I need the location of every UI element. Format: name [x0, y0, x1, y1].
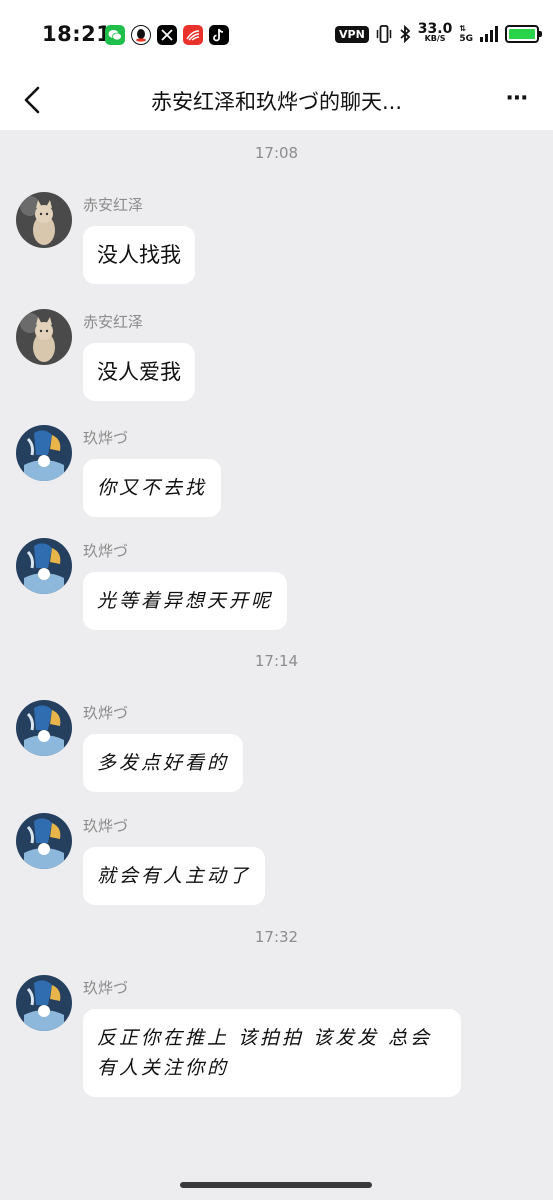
home-indicator[interactable] — [180, 1182, 372, 1188]
vpn-badge: VPN — [335, 25, 369, 43]
signal-icon — [480, 26, 498, 42]
avatar[interactable] — [16, 309, 72, 365]
x-icon — [157, 25, 177, 45]
sender-name: 玖烨づ — [83, 979, 129, 997]
notification-icons — [105, 25, 229, 45]
avatar[interactable] — [16, 975, 72, 1031]
status-bar: 18:21 VPN 33.0 KB/S ⇅ 5G — [0, 0, 553, 72]
sender-name: 玖烨づ — [83, 429, 129, 447]
avatar[interactable] — [16, 813, 72, 869]
bluetooth-icon — [400, 25, 411, 43]
network-speed: 33.0 KB/S — [417, 21, 453, 43]
chat-title: 赤安红泽和玖烨づ的聊天... — [150, 90, 403, 114]
message-bubble[interactable]: 没人爱我 — [83, 343, 195, 401]
message-line: 反正你在推上 该拍拍 该发发 总会 — [97, 1027, 433, 1049]
message-line: 有人关注你的 — [97, 1057, 230, 1079]
network-type: ⇅ 5G — [459, 24, 473, 44]
sender-name: 赤安红泽 — [83, 196, 144, 214]
avatar[interactable] — [16, 700, 72, 756]
avatar[interactable] — [16, 425, 72, 481]
message-bubble[interactable]: 就会有人主动了 — [83, 847, 266, 905]
status-time: 18:21 — [42, 22, 112, 46]
message-bubble[interactable]: 你又不去找 — [83, 459, 222, 517]
battery-icon — [505, 25, 542, 43]
chat-header: 赤安红泽和玖烨づ的聊天... ⋯ — [0, 72, 553, 130]
vibrate-icon — [376, 25, 392, 43]
avatar[interactable] — [16, 538, 72, 594]
message-bubble[interactable]: 多发点好看的 — [83, 734, 244, 792]
wechat-icon — [105, 25, 125, 45]
status-indicators: VPN 33.0 KB/S ⇅ 5G — [335, 21, 542, 44]
message-bubble[interactable]: 光等着异想天开呢 — [83, 572, 288, 630]
timestamp: 17:14 — [254, 652, 299, 670]
avatar[interactable] — [16, 192, 72, 248]
sender-name: 玖烨づ — [83, 817, 129, 835]
sender-name: 赤安红泽 — [83, 313, 144, 331]
qq-icon — [131, 25, 151, 45]
tiktok-icon — [209, 25, 229, 45]
message-bubble[interactable]: 没人找我 — [83, 226, 195, 284]
more-icon[interactable]: ⋯ — [506, 86, 529, 111]
timestamp: 17:08 — [254, 144, 299, 162]
message-bubble[interactable]: 反正你在推上 该拍拍 该发发 总会 有人关注你的 — [83, 1009, 461, 1097]
sender-name: 玖烨づ — [83, 542, 129, 560]
battery-level — [509, 29, 535, 39]
timestamp: 17:32 — [254, 928, 299, 946]
sender-name: 玖烨づ — [83, 704, 129, 722]
news-icon — [183, 25, 203, 45]
